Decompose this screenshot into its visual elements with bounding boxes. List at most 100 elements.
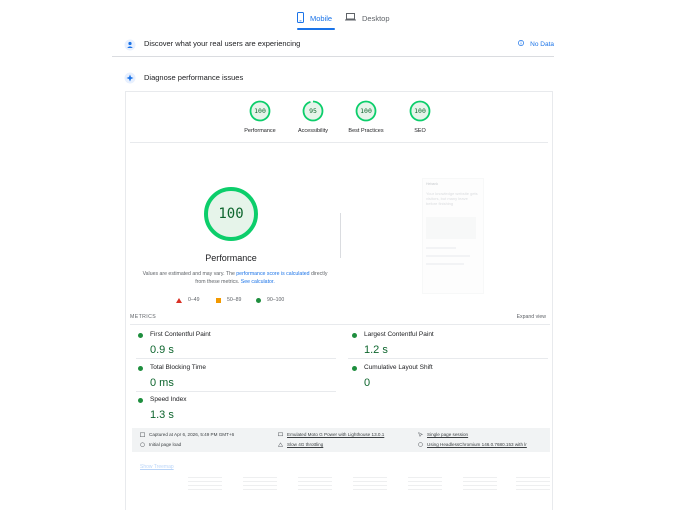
- gauges-divider: [130, 142, 548, 143]
- performance-title: Performance: [205, 253, 257, 263]
- gauge-accessibility[interactable]: 95 Accessibility: [288, 100, 338, 134]
- info-browser[interactable]: Using HeadlessChromium 146.0.7680.153 wi…: [418, 442, 527, 447]
- tab-desktop-label: Desktop: [362, 13, 390, 23]
- metric-lcp-value: 1.2 s: [364, 344, 388, 356]
- category-gauges: 100 Performance 95 Accessibility 100 Bes…: [126, 100, 552, 146]
- metric-speed-index-value: 1.3 s: [150, 409, 174, 421]
- treemap-link[interactable]: Show Treemap: [140, 464, 174, 470]
- square-icon: [216, 297, 221, 303]
- info-device[interactable]: Emulated Moto G Power with Lighthouse 13…: [278, 432, 384, 437]
- users-icon: [124, 38, 136, 50]
- info-captured-text: Captured at Apr 6, 2026, 5:49 PM GMT+6: [149, 432, 235, 437]
- circle-icon: [256, 297, 261, 303]
- info-icon: [518, 40, 525, 48]
- gauge-accessibility-score: 95: [309, 107, 317, 115]
- gauge-seo-label: SEO: [414, 128, 426, 134]
- audit-placeholder: [353, 477, 387, 507]
- score-calculated-link[interactable]: performance score is calculated: [236, 271, 309, 277]
- audit-placeholder: [516, 477, 550, 507]
- info-initial-load-text: Initial page load: [149, 442, 182, 447]
- metric-speed-index-label: Speed Index: [150, 396, 187, 403]
- tab-mobile[interactable]: Mobile: [297, 8, 332, 28]
- lighthouse-report: 100 Performance 95 Accessibility 100 Bes…: [125, 91, 553, 510]
- audit-placeholder: [188, 477, 222, 507]
- gauge-seo[interactable]: 100 SEO: [395, 100, 445, 134]
- audit-placeholder: [243, 477, 277, 507]
- legend-fail-label: 0–49: [188, 297, 200, 303]
- thumbnail-line: [426, 263, 464, 265]
- info-session-text: Single page session: [427, 432, 469, 437]
- thumbnail-image-block: [426, 217, 476, 239]
- diagnose-section[interactable]: Diagnose performance issues: [112, 64, 554, 90]
- pass-dot: [138, 333, 143, 338]
- vertical-divider: [340, 213, 341, 258]
- metric-tbt-label: Total Blocking Time: [150, 364, 206, 371]
- legend-average-label: 50–89: [227, 297, 242, 303]
- thumbnail-site-text: Your knowledge website gets visitors, bu…: [426, 191, 478, 206]
- info-device-text: Emulated Moto G Power with Lighthouse 13…: [287, 432, 385, 437]
- gauge-seo-score: 100: [414, 107, 426, 115]
- metric-cls-value: 0: [364, 377, 371, 389]
- laptop-icon: [345, 13, 356, 23]
- timer-icon: [140, 442, 145, 447]
- final-screenshot-thumbnail[interactable]: Hebank Your knowledge website gets visit…: [422, 178, 484, 294]
- metric-divider: [136, 391, 336, 392]
- performance-big-gauge: 100: [203, 186, 259, 242]
- see-calculator-link[interactable]: See calculator.: [241, 279, 275, 285]
- active-tab-indicator: [297, 28, 335, 30]
- tab-mobile-label: Mobile: [310, 13, 333, 23]
- phone-icon: [297, 11, 304, 25]
- metric-divider: [348, 358, 548, 359]
- pass-dot: [352, 366, 357, 371]
- signal-icon: [278, 442, 283, 447]
- metric-divider: [136, 358, 336, 359]
- cursor-icon: [418, 432, 423, 437]
- runtime-info-panel: Captured at Apr 6, 2026, 5:49 PM GMT+6 I…: [132, 428, 550, 452]
- metric-fcp: First Contentful Paint 0.9 s: [138, 330, 338, 360]
- metric-fcp-value: 0.9 s: [150, 344, 174, 356]
- real-users-section[interactable]: Discover what your real users are experi…: [112, 31, 554, 57]
- audit-placeholder: [408, 477, 442, 507]
- device-tabs: Mobile Desktop: [0, 0, 680, 34]
- score-legend: 0–49 50–89 90–100: [176, 297, 296, 303]
- pass-dot: [138, 366, 143, 371]
- performance-big-score: 100: [218, 206, 244, 222]
- pass-dot: [352, 333, 357, 338]
- thumbnail-site-title: Hebank: [426, 182, 439, 186]
- gauge-best-practices-score: 100: [360, 107, 372, 115]
- gauge-performance[interactable]: 100 Performance: [235, 100, 285, 134]
- gauge-best-practices-label: Best Practices: [348, 128, 384, 134]
- metric-lcp: Largest Contentful Paint 1.2 s: [352, 330, 552, 360]
- lighthouse-icon: [124, 71, 136, 84]
- metrics-header: METRICS: [130, 314, 157, 320]
- metric-fcp-label: First Contentful Paint: [150, 331, 211, 338]
- gauge-performance-ring: 100: [249, 100, 271, 122]
- gauge-best-practices[interactable]: 100 Best Practices: [341, 100, 391, 134]
- info-initial-load: Initial page load: [140, 442, 181, 447]
- legend-average: 50–89: [216, 297, 256, 303]
- info-throttling-text: Slow 4G throttling: [287, 442, 324, 447]
- audit-placeholder: [463, 477, 497, 507]
- info-captured: Captured at Apr 6, 2026, 5:49 PM GMT+6: [140, 432, 234, 437]
- browser-icon: [418, 442, 423, 447]
- note-text-1: Values are estimated and may vary. The: [142, 271, 237, 277]
- metric-cls: Cumulative Layout Shift 0: [352, 363, 552, 393]
- legend-fail: 0–49: [176, 297, 216, 303]
- gauge-accessibility-label: Accessibility: [298, 128, 328, 134]
- expand-view-button[interactable]: Expand view: [517, 314, 546, 320]
- no-data-label: No Data: [530, 40, 554, 48]
- tab-desktop[interactable]: Desktop: [345, 8, 390, 28]
- no-data-status[interactable]: No Data: [518, 40, 554, 48]
- info-throttling[interactable]: Slow 4G throttling: [278, 442, 323, 447]
- device-icon: [278, 432, 283, 437]
- legend-pass: 90–100: [256, 297, 296, 303]
- thumbnail-line: [426, 255, 470, 257]
- thumbnail-line: [426, 247, 456, 249]
- metric-lcp-label: Largest Contentful Paint: [364, 331, 434, 338]
- legend-pass-label: 90–100: [267, 297, 285, 303]
- metric-tbt-value: 0 ms: [150, 377, 174, 389]
- audit-placeholder: [298, 477, 332, 507]
- info-session[interactable]: Single page session: [418, 432, 468, 437]
- gauge-accessibility-ring: 95: [302, 100, 324, 122]
- metrics-top-divider: [130, 324, 550, 325]
